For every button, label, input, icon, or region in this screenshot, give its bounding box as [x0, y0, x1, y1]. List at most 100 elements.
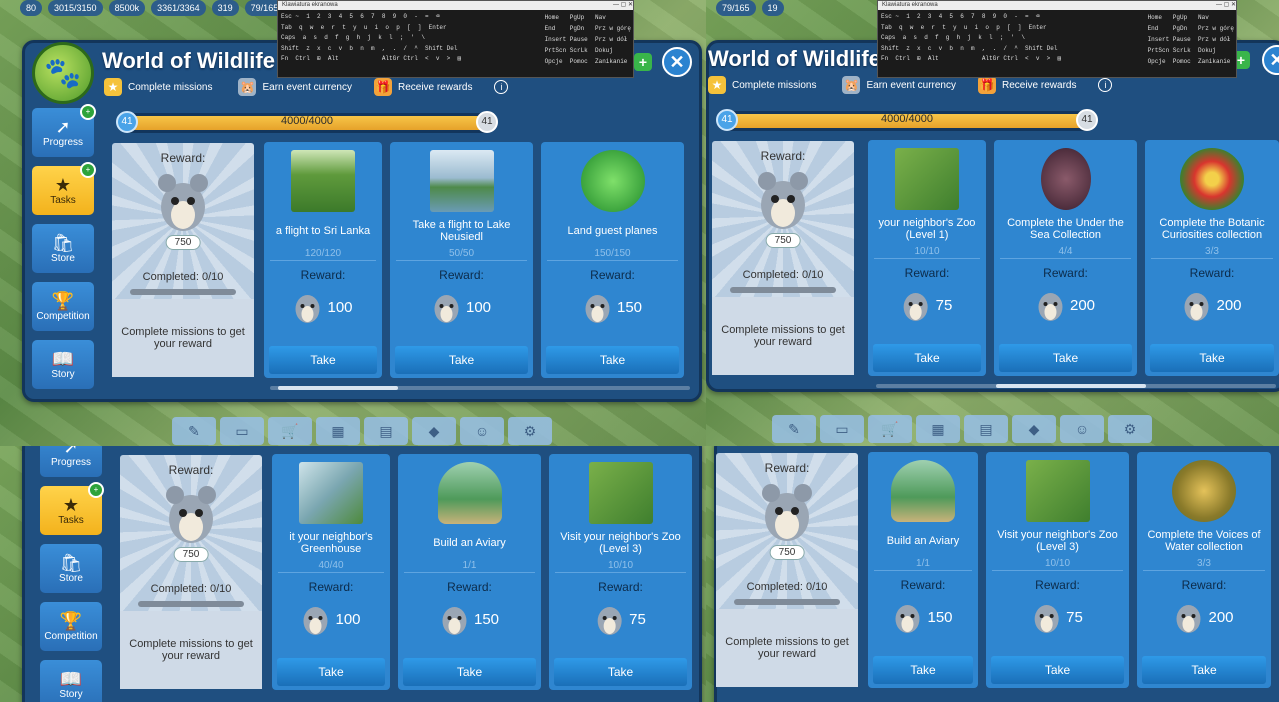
- completed-text: Completed: 0/10: [142, 271, 224, 283]
- key-row[interactable]: Home PgUp Nav: [545, 12, 631, 23]
- map-icon[interactable]: ▤: [364, 417, 408, 445]
- add-button[interactable]: +: [634, 53, 652, 71]
- take-button[interactable]: Take: [1150, 344, 1274, 372]
- sidebar-item-store[interactable]: 🛍 Store: [32, 224, 94, 273]
- sidebar-item-store[interactable]: 🛍 Store: [40, 544, 102, 593]
- bag-icon: 🛍: [51, 233, 75, 253]
- arrow-icon: ➚: [63, 446, 79, 457]
- window-title: World of Wildlife: [102, 48, 275, 73]
- mission-card: a flight to Sri Lanka 120/120 Reward: 10…: [264, 142, 382, 378]
- key-row[interactable]: Insert Pause Prz w dół: [1148, 34, 1234, 45]
- take-button[interactable]: Take: [873, 656, 973, 684]
- map-icon[interactable]: ▤: [964, 415, 1008, 443]
- hud-animals: 79/165: [716, 0, 756, 16]
- mission-reward: 100: [432, 290, 491, 324]
- gear-icon[interactable]: ⚙: [508, 417, 552, 445]
- chest-icon[interactable]: ▭: [220, 417, 264, 445]
- mission-reward-amount: 75: [629, 610, 646, 628]
- key-row[interactable]: Home PgUp Nav: [1148, 12, 1234, 23]
- aviary-icon: [437, 462, 502, 524]
- sidebar-item-story[interactable]: 📖 Story: [32, 340, 94, 389]
- divider: [270, 260, 376, 261]
- frog-icon: [1172, 460, 1236, 522]
- sidebar-item-tasks[interactable]: ★ Tasks +: [40, 482, 104, 535]
- key-row[interactable]: Opcje Pomoc Zanikanie: [545, 56, 631, 67]
- mission-reward: 75: [902, 288, 952, 322]
- scroll-thumb[interactable]: [278, 386, 398, 390]
- anglerfish-icon: [1040, 148, 1091, 210]
- reward-label: Reward:: [308, 580, 354, 594]
- reward-footer: Complete missions to get your reward: [112, 299, 254, 377]
- info-icon[interactable]: i: [1098, 78, 1113, 92]
- divider: [874, 570, 972, 571]
- people-icon[interactable]: ☺: [460, 417, 504, 445]
- take-button[interactable]: Take: [999, 344, 1132, 372]
- hud-bar: 80 3015/3150 8500k 3361/3364 319 79/165: [20, 0, 285, 18]
- take-button[interactable]: Take: [873, 344, 981, 372]
- cart-icon[interactable]: 🛒: [868, 415, 912, 443]
- hud-bar: 79/165 19: [716, 0, 784, 18]
- key-row[interactable]: End PgDn Prz w górę: [545, 23, 631, 34]
- reward-count: 750: [173, 547, 209, 562]
- take-button[interactable]: Take: [1142, 656, 1266, 684]
- diamond-icon[interactable]: ◆: [412, 417, 456, 445]
- divider: [1143, 570, 1265, 571]
- mission-name: Complete the Voices of Water collection: [1147, 529, 1261, 553]
- chest-icon[interactable]: ▭: [820, 415, 864, 443]
- take-button[interactable]: Take: [395, 346, 528, 374]
- gear-icon[interactable]: ⚙: [1108, 415, 1152, 443]
- progress-level-right: 41: [476, 111, 498, 133]
- reward-label: Reward:: [1043, 266, 1088, 280]
- sidebar-item-progress[interactable]: ➚ Progress: [40, 446, 102, 477]
- take-button[interactable]: Take: [554, 658, 687, 686]
- greenhouse-icon: [299, 462, 363, 524]
- zoo-icon: [895, 148, 959, 210]
- close-button[interactable]: ✕: [662, 47, 692, 77]
- reward-count: 750: [165, 235, 201, 250]
- chinchilla-icon: [158, 174, 208, 231]
- take-button[interactable]: Take: [277, 658, 385, 686]
- pen-icon[interactable]: ✎: [772, 415, 816, 443]
- take-button[interactable]: Take: [269, 346, 377, 374]
- key-row[interactable]: PrtScn ScrLk Dokuj: [1148, 45, 1234, 56]
- sidebar-item-competition[interactable]: 🏆 Competition: [32, 282, 94, 331]
- crate-icon[interactable]: ▦: [316, 417, 360, 445]
- mission-reward-amount: 150: [616, 298, 643, 316]
- key-row[interactable]: Insert Pause Prz w dół: [545, 34, 631, 45]
- mission-card: Land guest planes 150/150 Reward: 150 Ta…: [541, 142, 684, 378]
- take-button[interactable]: Take: [403, 658, 536, 686]
- take-button[interactable]: Take: [991, 656, 1124, 684]
- window-controls[interactable]: — ▢ ✕: [1216, 1, 1236, 10]
- info-icon[interactable]: i: [494, 80, 509, 94]
- scrollbar[interactable]: [270, 386, 690, 390]
- sidebar-item-story[interactable]: 📖 Story: [40, 660, 102, 702]
- mission-name: Visit your neighbor's Zoo (Level 3): [560, 531, 681, 555]
- mission-reward-amount: 150: [927, 608, 953, 626]
- scrollbar[interactable]: [876, 384, 1276, 388]
- keyboard-nav-keys[interactable]: Home PgUp Nav End PgDn Prz w górę Insert P…: [1148, 12, 1234, 67]
- sidebar-label: Tasks: [58, 515, 84, 526]
- completed-bar: [138, 601, 244, 607]
- cart-icon[interactable]: 🛒: [268, 417, 312, 445]
- crate-icon[interactable]: ▦: [916, 415, 960, 443]
- sidebar-item-progress[interactable]: ➚ Progress +: [32, 104, 96, 157]
- sidebar-item-competition[interactable]: 🏆 Competition: [40, 602, 102, 651]
- key-row[interactable]: End PgDn Prz w górę: [1148, 23, 1234, 34]
- key-row[interactable]: Opcje Pomoc Zanikanie: [1148, 56, 1234, 67]
- keyboard-title: Klawiatura ekranowa: [282, 2, 338, 8]
- scroll-thumb[interactable]: [996, 384, 1146, 388]
- diamond-icon[interactable]: ◆: [1012, 415, 1056, 443]
- people-icon[interactable]: ☺: [1060, 415, 1104, 443]
- keyboard-nav-keys[interactable]: Home PgUp Nav End PgDn Prz w górę Insert P…: [545, 12, 631, 67]
- chinchilla-icon: [762, 484, 812, 541]
- steps-row: ★ Complete missions 🐹 Earn event currenc…: [708, 76, 1113, 94]
- key-row[interactable]: PrtScn ScrLk Dokuj: [545, 45, 631, 56]
- sidebar-item-tasks[interactable]: ★ Tasks +: [32, 162, 96, 215]
- arrow-icon: ➚: [55, 117, 71, 137]
- window-controls[interactable]: — ▢ ✕: [613, 1, 633, 10]
- sidebar-label: Competition: [44, 631, 98, 642]
- chinchilla-icon: [903, 293, 928, 321]
- completed-bar: [130, 289, 236, 295]
- pen-icon[interactable]: ✎: [172, 417, 216, 445]
- take-button[interactable]: Take: [546, 346, 679, 374]
